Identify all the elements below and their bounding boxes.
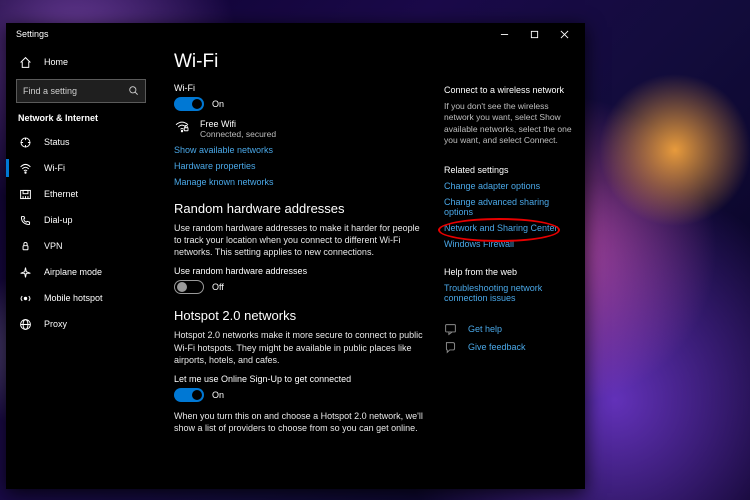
search-icon (128, 85, 139, 98)
feedback-label: Give feedback (468, 342, 526, 352)
airplane-icon (18, 266, 32, 279)
current-network[interactable]: Free Wifi Connected, secured (174, 119, 426, 139)
hotspot2-desc: Hotspot 2.0 networks make it more secure… (174, 329, 426, 365)
link-show-available[interactable]: Show available networks (174, 145, 426, 155)
ethernet-icon (18, 188, 32, 201)
status-icon (18, 136, 32, 149)
hotspot2-state: On (212, 390, 224, 400)
sidebar-item-proxy[interactable]: Proxy (6, 311, 156, 337)
link-troubleshoot[interactable]: Troubleshooting network connection issue… (444, 283, 564, 303)
get-help-row[interactable]: Get help (444, 323, 575, 336)
connect-desc: If you don't see the wireless network yo… (444, 101, 575, 147)
link-windows-firewall[interactable]: Windows Firewall (444, 239, 575, 249)
help-title: Help from the web (444, 267, 575, 277)
settings-window: Settings Home Fin (6, 23, 585, 489)
wifi-icon (18, 162, 32, 175)
wifi-secure-icon (174, 119, 190, 139)
wifi-toggle[interactable] (174, 97, 204, 111)
network-name: Free Wifi (200, 119, 276, 129)
maximize-button[interactable] (519, 23, 549, 45)
dialup-icon (18, 214, 32, 227)
search-input[interactable]: Find a setting (16, 79, 146, 103)
hotspot2-label: Let me use Online Sign-Up to get connect… (174, 374, 426, 384)
feedback-row[interactable]: Give feedback (444, 341, 575, 354)
get-help-label: Get help (468, 324, 502, 334)
random-addresses-state: Off (212, 282, 224, 292)
sidebar-item-label: Ethernet (44, 189, 78, 199)
sidebar-item-wifi[interactable]: Wi-Fi (6, 155, 156, 181)
link-network-sharing-center[interactable]: Network and Sharing Center (444, 223, 575, 233)
sidebar-item-label: VPN (44, 241, 63, 251)
hotspot-icon (18, 292, 32, 305)
related-title: Related settings (444, 165, 575, 175)
sidebar-item-label: Airplane mode (44, 267, 102, 277)
sidebar-item-airplane[interactable]: Airplane mode (6, 259, 156, 285)
sidebar-item-dialup[interactable]: Dial-up (6, 207, 156, 233)
random-addresses-label: Use random hardware addresses (174, 266, 426, 276)
main-content: Wi-Fi Wi-Fi On Free Wifi Connected, secu… (156, 45, 585, 489)
hotspot2-title: Hotspot 2.0 networks (174, 308, 426, 323)
help-icon (444, 323, 458, 336)
page-title: Wi-Fi (174, 51, 426, 73)
window-title: Settings (16, 29, 49, 39)
sidebar-item-label: Proxy (44, 319, 67, 329)
sidebar-item-hotspot[interactable]: Mobile hotspot (6, 285, 156, 311)
proxy-icon (18, 318, 32, 331)
sidebar-item-label: Wi-Fi (44, 163, 65, 173)
wifi-label: Wi-Fi (174, 83, 426, 93)
hotspot2-desc2: When you turn this on and choose a Hotsp… (174, 410, 426, 434)
random-addresses-toggle[interactable] (174, 280, 204, 294)
hotspot2-toggle[interactable] (174, 388, 204, 402)
close-button[interactable] (549, 23, 579, 45)
feedback-icon (444, 341, 458, 354)
sidebar-home-label: Home (44, 57, 68, 67)
sidebar-item-ethernet[interactable]: Ethernet (6, 181, 156, 207)
sidebar-item-vpn[interactable]: VPN (6, 233, 156, 259)
wifi-toggle-state: On (212, 99, 224, 109)
link-hardware-properties[interactable]: Hardware properties (174, 161, 426, 171)
sidebar-item-status[interactable]: Status (6, 129, 156, 155)
search-placeholder: Find a setting (23, 86, 77, 96)
home-icon (18, 56, 32, 69)
sidebar-category: Network & Internet (6, 111, 156, 129)
random-addresses-title: Random hardware addresses (174, 201, 426, 216)
random-addresses-desc: Use random hardware addresses to make it… (174, 222, 426, 258)
connect-title: Connect to a wireless network (444, 85, 575, 95)
link-advanced-sharing[interactable]: Change advanced sharing options (444, 197, 575, 217)
link-adapter-options[interactable]: Change adapter options (444, 181, 575, 191)
sidebar-item-label: Dial-up (44, 215, 73, 225)
link-manage-known[interactable]: Manage known networks (174, 177, 426, 187)
vpn-icon (18, 240, 32, 253)
sidebar-item-label: Mobile hotspot (44, 293, 103, 303)
sidebar-item-label: Status (44, 137, 70, 147)
minimize-button[interactable] (489, 23, 519, 45)
sidebar: Home Find a setting Network & Internet S… (6, 45, 156, 489)
titlebar: Settings (6, 23, 585, 45)
sidebar-home[interactable]: Home (6, 49, 156, 75)
network-status: Connected, secured (200, 129, 276, 139)
